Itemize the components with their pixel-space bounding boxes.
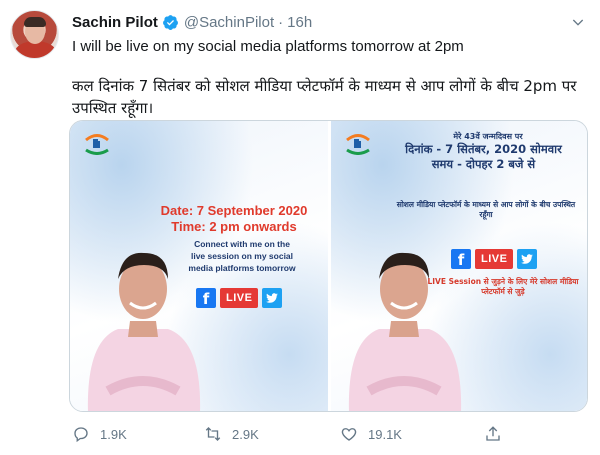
poster-social-row: f LIVE bbox=[196, 288, 283, 308]
twitter-icon bbox=[517, 249, 538, 269]
tweet-media[interactable]: Date: 7 September 2020 Time: 2 pm onward… bbox=[69, 120, 588, 412]
poster-time-hindi: समय - दोपहर 2 बजे से bbox=[431, 157, 536, 171]
avatar[interactable] bbox=[10, 10, 59, 59]
heart-icon bbox=[341, 428, 357, 441]
media-image-hindi[interactable]: मेरे 43वें जन्मदिवस पर दिनांक - 7 सितंबर… bbox=[331, 121, 587, 411]
tweet-timestamp[interactable]: 16h bbox=[287, 14, 312, 31]
share-button[interactable] bbox=[484, 424, 502, 444]
author-handle[interactable]: @SachinPilot bbox=[184, 14, 274, 31]
tweet-actions: 1.9K 2.9K 19.1K bbox=[72, 424, 512, 444]
tweet-header: Sachin Pilot @SachinPilot · 16h bbox=[72, 11, 312, 33]
poster-platform-line: सोशल मीडिया प्लेटफॉर्म के माध्यम से आप ल… bbox=[396, 200, 576, 219]
poster-person-photo bbox=[87, 252, 201, 411]
verified-badge-icon bbox=[162, 14, 179, 31]
like-button[interactable]: 19.1K bbox=[340, 424, 402, 444]
reply-count: 1.9K bbox=[100, 426, 127, 442]
avatar-hair bbox=[24, 17, 46, 27]
reply-button[interactable]: 1.9K bbox=[72, 424, 127, 444]
retweet-icon bbox=[205, 427, 221, 441]
poster-date-time-hindi: दिनांक - 7 सितंबर, 2020 सोमवार समय - दोप… bbox=[381, 142, 586, 172]
tweet: Sachin Pilot @SachinPilot · 16h I will b… bbox=[0, 0, 600, 455]
separator-dot: · bbox=[278, 13, 284, 31]
author-name[interactable]: Sachin Pilot bbox=[72, 14, 158, 31]
poster-person-photo bbox=[348, 252, 462, 411]
retweet-count: 2.9K bbox=[232, 426, 259, 442]
poster-date-hindi: दिनांक - 7 सितंबर, 2020 सोमवार bbox=[405, 142, 562, 156]
media-image-english[interactable]: Date: 7 September 2020 Time: 2 pm onward… bbox=[70, 121, 328, 411]
tweet-text-hindi: कल दिनांक 7 सितंबर को सोशल मीडिया प्लेटफ… bbox=[72, 77, 577, 117]
poster-birthday-line: मेरे 43वें जन्मदिवस पर bbox=[453, 132, 523, 141]
retweet-button[interactable]: 2.9K bbox=[204, 424, 259, 444]
reply-icon bbox=[74, 427, 88, 443]
party-logo-icon bbox=[85, 134, 109, 155]
share-icon bbox=[486, 426, 500, 441]
tweet-text-english: I will be live on my social media platfo… bbox=[72, 38, 464, 55]
party-logo-icon bbox=[346, 134, 370, 155]
poster-date: Date: 7 September 2020 bbox=[160, 203, 308, 218]
live-badge: LIVE bbox=[475, 249, 514, 269]
twitter-icon bbox=[262, 288, 283, 308]
live-badge: LIVE bbox=[220, 288, 259, 308]
like-count: 19.1K bbox=[368, 426, 402, 442]
chevron-down-icon[interactable] bbox=[568, 12, 588, 32]
